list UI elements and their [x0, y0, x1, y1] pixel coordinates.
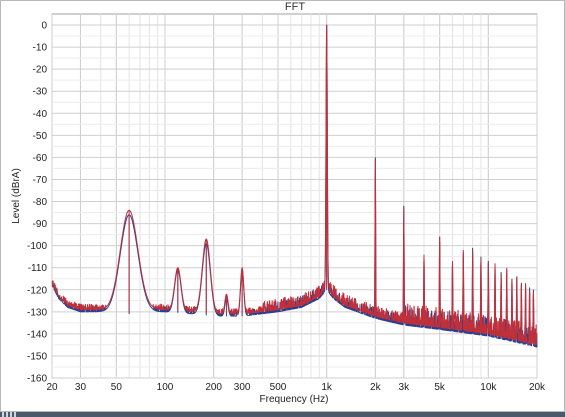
y-tick-label: -160: [27, 374, 47, 385]
y-tick-label: -90: [33, 219, 48, 230]
x-axis-label: Frequency (Hz): [260, 394, 329, 405]
y-axis-label: Level (dBrA): [11, 168, 22, 224]
status-strip: [0, 412, 565, 417]
x-axis-ticks: 20 30 50 100 200 300 500 1k 2k 3k 5k 10k 20k: [46, 382, 546, 393]
y-tick-label: -110: [28, 263, 48, 274]
x-tick-label: 5k: [434, 382, 446, 393]
y-tick-label: -40: [33, 109, 48, 120]
x-tick-label: 500: [270, 382, 287, 393]
x-tick-label: 3k: [399, 382, 411, 393]
x-tick-label: 10k: [480, 382, 497, 393]
x-tick-label: 50: [111, 382, 123, 393]
y-tick-label: -120: [27, 285, 47, 296]
resize-grip-icon[interactable]: [2, 412, 16, 417]
y-tick-label: -150: [27, 351, 47, 362]
fft-chart: FFT 20 30 50 100 200 300 500 1k 2k 3k 5k 10k 20k 0 -1…: [11, 1, 546, 405]
x-tick-label: 30: [75, 382, 87, 393]
y-tick-label: -140: [27, 329, 47, 340]
y-tick-label: -60: [33, 153, 48, 164]
y-axis-ticks: 0 -10 -20 -30 -40 -50 -60 -70 -80 -90 -100 -110 -120…: [27, 21, 47, 385]
y-tick-label: -30: [33, 87, 48, 98]
y-tick-label: -50: [33, 131, 48, 142]
y-tick-label: -80: [33, 197, 48, 208]
x-tick-label: 2k: [370, 382, 382, 393]
chart-title: FFT: [285, 1, 305, 13]
x-tick-label: 20: [46, 382, 58, 393]
x-tick-label: 200: [205, 382, 222, 393]
y-tick-label: -10: [33, 43, 48, 54]
fft-chart-panel: FFT 20 30 50 100 200 300 500 1k 2k 3k 5k 10k 20k 0 -1…: [0, 0, 565, 412]
y-tick-label: -130: [27, 307, 47, 318]
y-tick-label: 0: [41, 21, 47, 32]
y-tick-label: -20: [33, 65, 48, 76]
x-tick-label: 300: [234, 382, 251, 393]
x-tick-label: 20k: [529, 382, 546, 393]
y-tick-label: -70: [33, 175, 48, 186]
y-tick-label: -100: [27, 241, 47, 252]
x-tick-label: 100: [157, 382, 174, 393]
x-tick-label: 1k: [321, 382, 333, 393]
